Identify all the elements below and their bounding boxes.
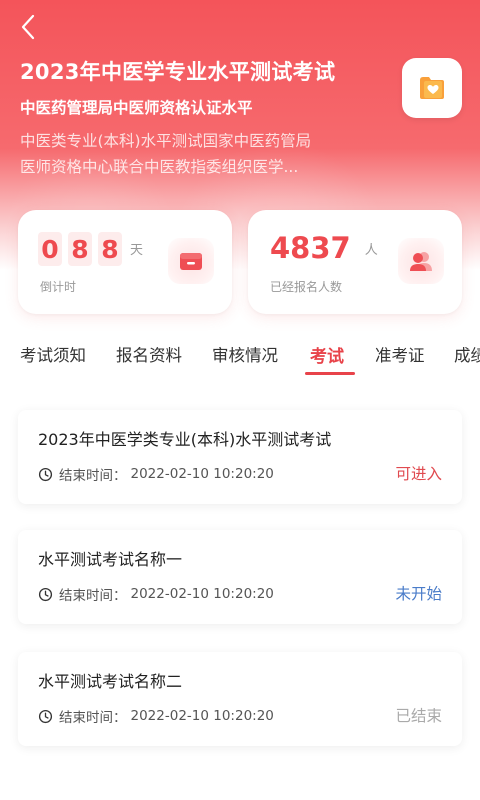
exam-end-time: 结束时间： 2022-02-10 10:20:20 [38,464,274,484]
countdown-digit: 0 [38,232,62,266]
tab-scores[interactable]: 成绩 [454,342,480,366]
registered-unit: 人 [364,243,378,258]
exam-card[interactable]: 2023年中医学类专业(本科)水平测试考试 结束时间： 2022-02-10 1… [18,410,462,504]
description-line: 医师资格中心联合中医教指委组织医学... [20,158,299,176]
exam-status: 未开始 [395,585,442,603]
chevron-left-icon [21,14,35,40]
end-time-value: 2022-02-10 10:20:20 [130,708,274,724]
countdown-card: 0 8 8 天 倒计时 [18,210,232,314]
description-line: 中医类专业(本科)水平测试国家中医药管局 [20,132,312,150]
tab-admission-ticket[interactable]: 准考证 [375,342,425,366]
exam-tabs: 考试须知 报名资料 审核情况 考试 准考证 成绩 [0,330,480,376]
heart-folder-icon [420,77,444,99]
clock-icon [38,709,53,723]
exam-title: 水平测试考试名称二 [38,672,183,691]
countdown-unit: 天 [130,243,144,258]
registered-label: 已经报名人数 [270,280,343,294]
users-icon [410,252,432,271]
tab-exam[interactable]: 考试 [310,342,344,367]
exam-status: 已结束 [395,707,442,725]
registered-count: 4837 人 [270,230,378,266]
registered-icon-wrap [398,238,444,284]
tab-exam-notice[interactable]: 考试须知 [20,342,86,366]
box-icon [180,253,202,270]
end-time-value: 2022-02-10 10:20:20 [130,466,274,482]
active-tab-indicator [305,372,355,375]
end-time-label: 结束时间： [59,588,127,604]
exam-app-icon[interactable] [402,58,462,118]
exam-end-time: 结束时间： 2022-02-10 10:20:20 [38,706,274,726]
countdown-digit: 8 [68,232,92,266]
registered-value: 4837 [270,231,351,265]
exam-status[interactable]: 可进入 [395,462,442,484]
clock-icon [38,467,53,481]
exam-description: 中医类专业(本科)水平测试国家中医药管局 医师资格中心联合中医教指委组织医学..… [20,128,365,180]
countdown-digit: 8 [98,232,122,266]
clock-icon [38,587,53,601]
end-time-value: 2022-02-10 10:20:20 [130,586,274,602]
end-time-label: 结束时间： [59,710,127,726]
end-time-label: 结束时间： [59,468,127,484]
page-subtitle: 中医药管理局中医师资格认证水平 [20,99,253,117]
exam-title: 水平测试考试名称一 [38,550,183,569]
countdown-digits: 0 8 8 天 [38,232,143,266]
exam-end-time: 结束时间： 2022-02-10 10:20:20 [38,584,274,604]
tab-registration-info[interactable]: 报名资料 [116,342,182,366]
exam-card[interactable]: 水平测试考试名称一 结束时间： 2022-02-10 10:20:20 未开始 [18,530,462,624]
registered-card: 4837 人 已经报名人数 [248,210,462,314]
tab-review-status[interactable]: 审核情况 [212,342,278,366]
exam-title: 2023年中医学类专业(本科)水平测试考试 [38,430,332,449]
exam-card[interactable]: 水平测试考试名称二 结束时间： 2022-02-10 10:20:20 已结束 [18,652,462,746]
page-title: 2023年中医学专业水平测试考试 [20,60,336,84]
countdown-label: 倒计时 [40,280,77,294]
back-button[interactable] [16,12,42,42]
countdown-icon-wrap [168,238,214,284]
